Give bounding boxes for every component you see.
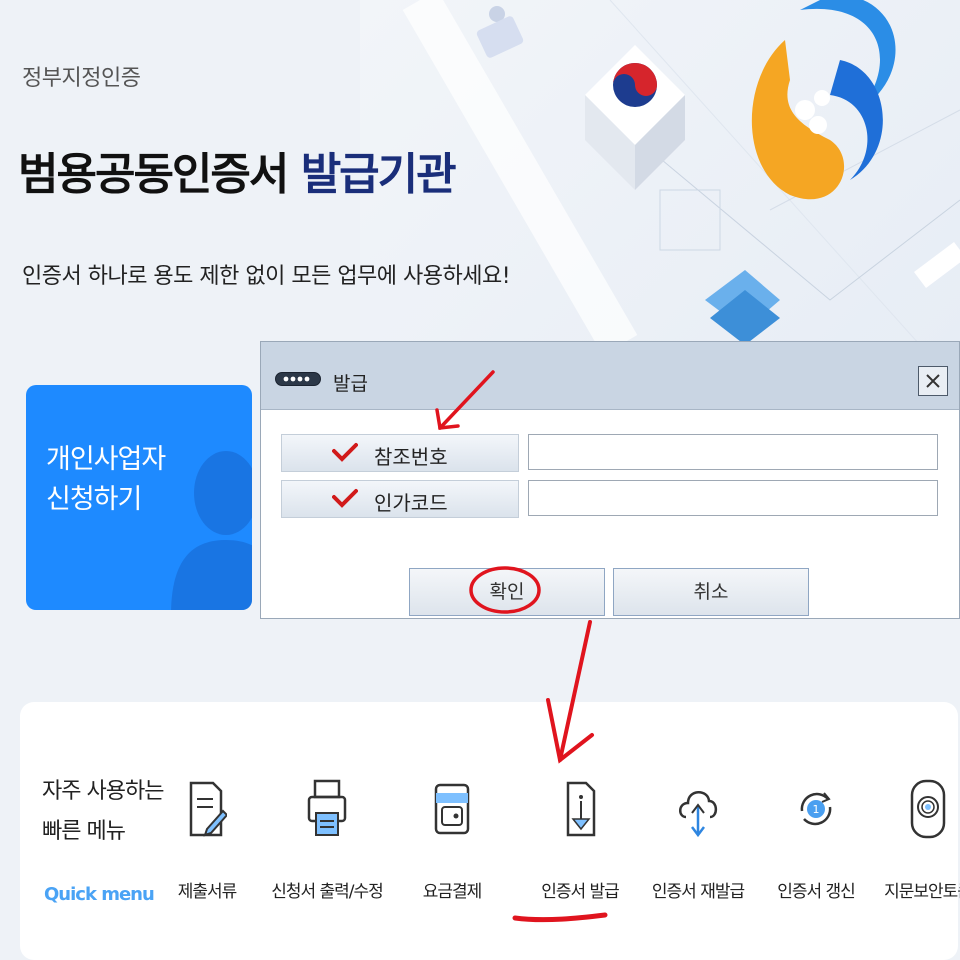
reference-number-label: 참조번호 xyxy=(281,434,519,472)
headline-main: 범용공동인증서 xyxy=(18,149,301,200)
check-icon xyxy=(332,443,358,462)
svg-text:1: 1 xyxy=(813,803,820,816)
issue-dialog: 발급 참조번호 인가코드 확인 취소 xyxy=(260,341,960,619)
document-pen-icon xyxy=(189,781,227,837)
apply-individual-business-card[interactable]: 개인사업자 신청하기 xyxy=(26,385,252,610)
close-icon xyxy=(926,374,940,388)
key-badge-icon xyxy=(275,372,321,386)
check-icon xyxy=(332,489,358,508)
certificate-download-icon xyxy=(566,781,596,837)
wallet-icon xyxy=(434,783,470,835)
quick-menu-item-fingerprint-token[interactable]: 지문보안토큰 xyxy=(868,777,960,907)
quick-menu-item-payment[interactable]: 요금결제 xyxy=(392,777,512,907)
envelope-icon xyxy=(705,270,780,345)
auth-code-label: 인가코드 xyxy=(281,480,519,518)
fingerprint-token-icon xyxy=(910,779,946,839)
confirm-button[interactable]: 확인 xyxy=(409,568,605,616)
apply-card-label: 개인사업자 신청하기 xyxy=(46,444,166,515)
renew-icon: 1 xyxy=(800,792,832,826)
reference-number-input[interactable] xyxy=(528,434,938,470)
quick-menu-item-application-print[interactable]: 신청서 출력/수정 xyxy=(267,777,387,907)
hero-tagline: 인증서 하나로 용도 제한 없이 모든 업무에 사용하세요! xyxy=(22,264,511,289)
dialog-close-button[interactable] xyxy=(918,366,948,396)
headline-highlight: 발급기관 xyxy=(300,149,457,200)
dialog-titlebar: 발급 xyxy=(261,342,959,410)
person-icon xyxy=(171,451,252,610)
quick-menu-title: 자주 사용하는 빠른 메뉴 xyxy=(42,779,164,844)
hero-headline: 범용공동인증서 발급기관 xyxy=(18,138,457,202)
dialog-title: 발급 xyxy=(333,373,368,395)
quick-menu-panel: 자주 사용하는 빠른 메뉴 Quick menu 제출서류 신청서 출력/수정 … xyxy=(20,702,960,960)
cancel-button[interactable]: 취소 xyxy=(613,568,809,616)
swirl-logo-icon xyxy=(751,0,896,200)
printer-icon xyxy=(307,779,347,836)
auth-code-input[interactable] xyxy=(528,480,938,516)
cloud-sync-icon xyxy=(679,791,718,838)
hero-subtitle: 정부지정인증 xyxy=(22,66,141,91)
